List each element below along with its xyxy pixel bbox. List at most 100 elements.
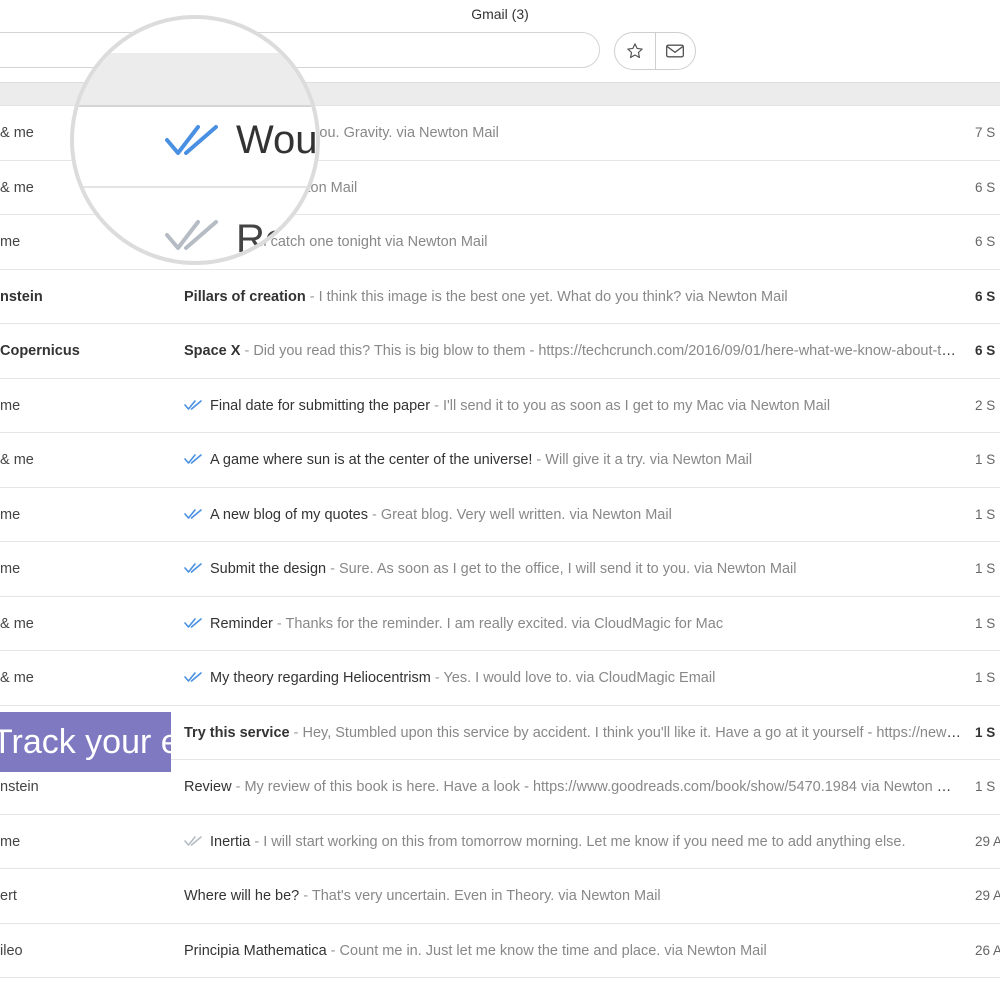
magnified-row-divider xyxy=(74,186,316,188)
email-preview: Thanks for the reminder. I am really exc… xyxy=(285,615,724,632)
email-subject: A game where sun is at the center of the… xyxy=(210,452,533,468)
email-preview: Yes. I would love to. via CloudMagic Ema… xyxy=(443,670,716,686)
subject-separator: - xyxy=(231,779,245,795)
email-subject: Principia Mathematica xyxy=(184,942,327,959)
email-preview: I will start working on this from tomorr… xyxy=(263,833,906,850)
read-receipt-blue-icon xyxy=(184,399,202,410)
email-subject: Inertia xyxy=(210,833,251,850)
subject-separator: - xyxy=(326,942,340,959)
email-date: 2 S xyxy=(975,397,996,413)
email-preview: I think this image is the best one yet. … xyxy=(318,288,788,305)
email-content: My theory regarding Heliocentrism - Yes.… xyxy=(184,651,962,705)
email-subject: Where will he be? xyxy=(184,888,300,904)
email-date: 6 S xyxy=(975,234,996,249)
double-check-blue-icon xyxy=(165,125,218,155)
read-receipt-blue-icon xyxy=(184,617,202,628)
magnifier-lens: Wou Re xyxy=(70,15,320,265)
email-subject: Submit the design xyxy=(210,561,327,577)
toolbar-button-group xyxy=(614,32,696,70)
email-subject: Review xyxy=(184,779,232,795)
magnified-subject: Wou xyxy=(236,118,318,162)
magnified-header-bar xyxy=(74,53,316,107)
email-row[interactable]: & me A game where sun is at the center of… xyxy=(0,433,1000,488)
email-preview: Hey, Stumbled upon this service by accid… xyxy=(302,724,962,741)
email-preview: I'll send it to you as soon as I get to … xyxy=(442,397,831,414)
email-row[interactable]: ileo Principia Mathematica - Count me in.… xyxy=(0,924,1000,978)
email-preview: My review of this book is here. Have a l… xyxy=(244,779,962,795)
compose-mail-button[interactable] xyxy=(654,33,696,69)
subject-separator: - xyxy=(305,288,319,305)
email-content: n debate - I'll catch one tonight via Ne… xyxy=(184,215,962,269)
email-content: Inertia - I will start working on this f… xyxy=(184,815,962,869)
email-sender: me xyxy=(0,234,21,250)
subject-separator: - xyxy=(368,506,381,523)
email-content: Submit the design - Sure. As soon as I g… xyxy=(184,542,962,596)
subject-separator: - xyxy=(430,397,443,414)
email-date: 29 A xyxy=(975,888,1000,903)
subject-separator: - xyxy=(299,888,312,904)
email-row[interactable]: me Submit the design - Sure. As soon as I… xyxy=(0,542,1000,597)
read-receipt-blue-icon xyxy=(184,508,202,519)
window-title: Gmail (3) xyxy=(471,6,529,22)
read-receipt-blue-icon xyxy=(184,563,202,573)
email-date: 1 S xyxy=(975,724,996,740)
email-content: Pillars of creation - I think this image… xyxy=(184,270,962,324)
email-content: Review - My review of this book is here.… xyxy=(184,760,962,814)
email-sender: Copernicus xyxy=(0,343,80,359)
subject-separator: - xyxy=(326,561,339,577)
email-date: 1 S xyxy=(975,670,996,685)
banner-text: Track your emails xyxy=(0,723,171,761)
email-row[interactable]: ert Where will he be? - That's very uncer… xyxy=(0,869,1000,924)
email-sender: ert xyxy=(0,888,17,904)
email-row[interactable]: & me Reminder - Thanks for the reminder. … xyxy=(0,597,1000,651)
email-date: 29 A xyxy=(975,833,1000,849)
email-preview: I'll catch one tonight via Newton Mail xyxy=(253,234,488,250)
email-row[interactable]: me Final date for submitting the paper - … xyxy=(0,379,1000,433)
feature-banner: Track your emails xyxy=(0,712,171,772)
email-subject: Final date for submitting the paper xyxy=(210,397,431,414)
email-preview: Count me in. Just let me know the time a… xyxy=(339,942,767,959)
email-row[interactable]: Copernicus Space X - Did you read this? T… xyxy=(0,324,1000,379)
email-sender: & me xyxy=(0,452,34,468)
email-subject: Pillars of creation xyxy=(184,288,306,305)
email-row[interactable]: me Inertia - I will start working on this… xyxy=(0,815,1000,869)
email-content: A new blog of my quotes - Great blog. Ve… xyxy=(184,488,962,542)
email-subject: Try this service xyxy=(184,724,290,741)
email-sender: me xyxy=(0,506,21,523)
envelope-icon xyxy=(666,44,685,58)
email-row[interactable]: me A new blog of my quotes - Great blog. … xyxy=(0,488,1000,542)
email-sender: nstein xyxy=(0,288,43,305)
email-row[interactable]: & me My theory regarding Heliocentrism - … xyxy=(0,651,1000,706)
email-subject: Space X xyxy=(184,343,241,359)
subject-separator: - xyxy=(430,670,444,686)
email-sender: me xyxy=(0,397,21,414)
email-subject: My theory regarding Heliocentrism xyxy=(210,670,431,686)
email-date: 6 S xyxy=(975,179,996,195)
email-sender: & me xyxy=(0,179,34,196)
email-date: 26 A xyxy=(975,942,1000,958)
email-preview: Did you read this? This is big blow to t… xyxy=(253,343,962,359)
email-preview: Sure. As soon as I get to the office, I … xyxy=(338,561,797,577)
email-subject: Reminder xyxy=(210,615,273,632)
email-preview: Great blog. Very well written. via Newto… xyxy=(380,506,672,523)
email-sender: & me xyxy=(0,615,34,632)
email-content: Final date for submitting the paper - I'… xyxy=(184,379,962,433)
magnified-subject-2: Re xyxy=(236,217,288,261)
email-sender: & me xyxy=(0,125,34,141)
read-receipt-blue-icon xyxy=(184,672,202,682)
double-check-gray-icon xyxy=(165,220,218,250)
email-preview: That's very uncertain. Even in Theory. v… xyxy=(311,888,661,904)
star-button[interactable] xyxy=(615,33,655,69)
email-date: 1 S xyxy=(975,452,996,467)
email-subject: A new blog of my quotes xyxy=(210,506,368,523)
email-date: 1 S xyxy=(975,506,996,522)
email-date: 7 S xyxy=(975,125,996,140)
email-preview: Will give it a try. via Newton Mail xyxy=(545,452,753,468)
email-sender: me xyxy=(0,561,21,577)
email-content: Principia Mathematica - Count me in. Jus… xyxy=(184,924,962,978)
email-row[interactable]: nstein Pillars of creation - I think this… xyxy=(0,270,1000,324)
subject-separator: - xyxy=(272,615,286,632)
email-date: 6 S xyxy=(975,343,996,358)
email-content: Where will he be? - That's very uncertai… xyxy=(184,869,962,923)
email-date: 1 S xyxy=(975,561,996,576)
